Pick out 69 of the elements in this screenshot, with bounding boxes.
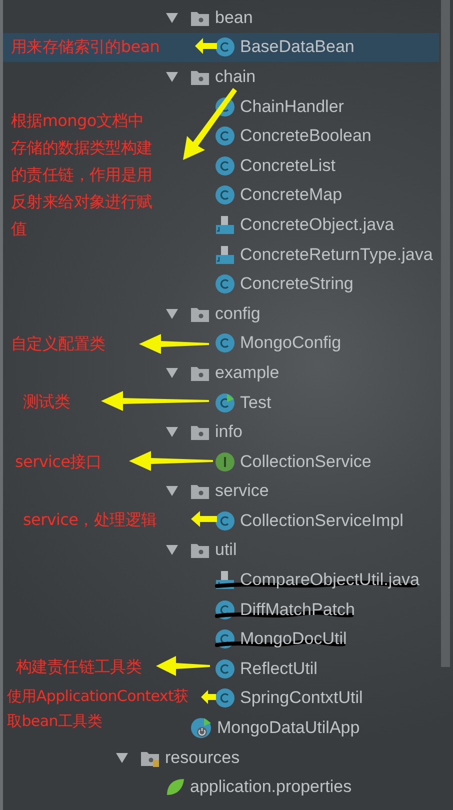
tree-item[interactable]: ConcreteString — [240, 274, 354, 294]
pointer-arrow — [195, 38, 217, 54]
expanded-arrow-icon[interactable] — [165, 308, 179, 320]
tree-item[interactable]: ConcreteObject.java — [240, 214, 394, 235]
annotation-note: 根据mongo文档中存储的数据类型构建的责任链，作用是用反射来给对象进行赋值 — [11, 110, 153, 240]
tree-item[interactable]: DiffMatchPatch — [240, 600, 355, 620]
expanded-arrow-icon[interactable] — [165, 544, 179, 556]
expanded-arrow-icon[interactable] — [165, 70, 179, 83]
class-icon — [215, 126, 235, 146]
annotation-note: 用来存储索引的bean — [11, 36, 161, 58]
tree-item[interactable]: util — [215, 540, 237, 560]
tree-item[interactable]: MongoDocUtil — [240, 629, 347, 650]
expanded-arrow-icon[interactable] — [165, 366, 179, 379]
tree-item[interactable]: resources — [165, 748, 240, 768]
class-icon — [215, 333, 235, 354]
tree-item[interactable]: BaseDataBean — [240, 37, 354, 58]
tree-item[interactable]: service — [215, 481, 269, 502]
java-file-icon — [215, 570, 235, 590]
pointer-arrow — [156, 656, 210, 676]
pointer-arrow — [191, 511, 217, 527]
expanded-arrow-icon[interactable] — [115, 752, 129, 764]
expanded-arrow-icon[interactable] — [165, 426, 179, 438]
tree-item[interactable]: Test — [240, 392, 272, 413]
tree-item[interactable]: ChainHandler — [240, 96, 344, 117]
interface-icon — [215, 452, 235, 472]
annotation-note: service接口 — [15, 451, 103, 473]
tree-item[interactable]: ConcreteList — [240, 156, 336, 176]
java-file-icon — [215, 244, 235, 265]
tree-item[interactable]: config — [215, 304, 260, 324]
folder-icon — [190, 541, 210, 560]
annotation-note: 构建责任链工具类 — [16, 656, 143, 678]
tree-item[interactable]: MongoConfig — [240, 333, 342, 354]
class-icon — [215, 600, 235, 620]
pointer-arrow — [139, 334, 209, 354]
tree-item[interactable]: SpringContxtUtil — [240, 688, 363, 708]
annotation-note: 使用ApplicationContext获取bean工具类 — [7, 686, 190, 732]
tree-item[interactable]: ConcreteBoolean — [240, 126, 372, 146]
tree-item[interactable]: chain — [215, 66, 256, 87]
folder-icon — [190, 482, 210, 500]
tree-item[interactable]: example — [215, 362, 280, 383]
expanded-arrow-icon[interactable] — [165, 485, 179, 498]
tree-item[interactable]: ConcreteReturnType.java — [240, 244, 433, 265]
scrollbar-thumb[interactable] — [441, 0, 450, 667]
annotation-note: 测试类 — [23, 391, 72, 413]
test-class-icon — [215, 392, 235, 413]
class-icon — [215, 658, 235, 679]
class-icon — [215, 510, 235, 531]
class-icon — [215, 185, 235, 206]
annotation-note: service，处理逻辑 — [23, 509, 158, 531]
class-icon — [215, 629, 235, 650]
tree-item[interactable]: ConcreteMap — [240, 185, 342, 206]
class-icon — [215, 37, 235, 58]
java-file-icon — [215, 214, 235, 235]
tree-item[interactable]: CollectionService — [240, 452, 372, 472]
class-icon — [215, 274, 235, 294]
folder-icon — [190, 423, 210, 442]
tree-item[interactable]: bean — [215, 8, 253, 28]
tree-item[interactable]: info — [215, 422, 242, 442]
tree-item[interactable]: application.properties — [190, 777, 352, 798]
tree-item[interactable]: CollectionServiceImpl — [240, 510, 404, 531]
class-icon — [215, 688, 235, 708]
spring-app-icon — [190, 717, 212, 740]
leaf-icon — [165, 777, 185, 798]
tree-item[interactable]: MongoDataUtilApp — [217, 718, 360, 738]
expanded-arrow-icon[interactable] — [165, 12, 179, 24]
tree-item[interactable]: ReflectUtil — [240, 658, 318, 679]
pointer-arrow — [201, 690, 216, 704]
annotation-note: 自定义配置类 — [11, 333, 106, 355]
class-icon — [215, 156, 235, 176]
